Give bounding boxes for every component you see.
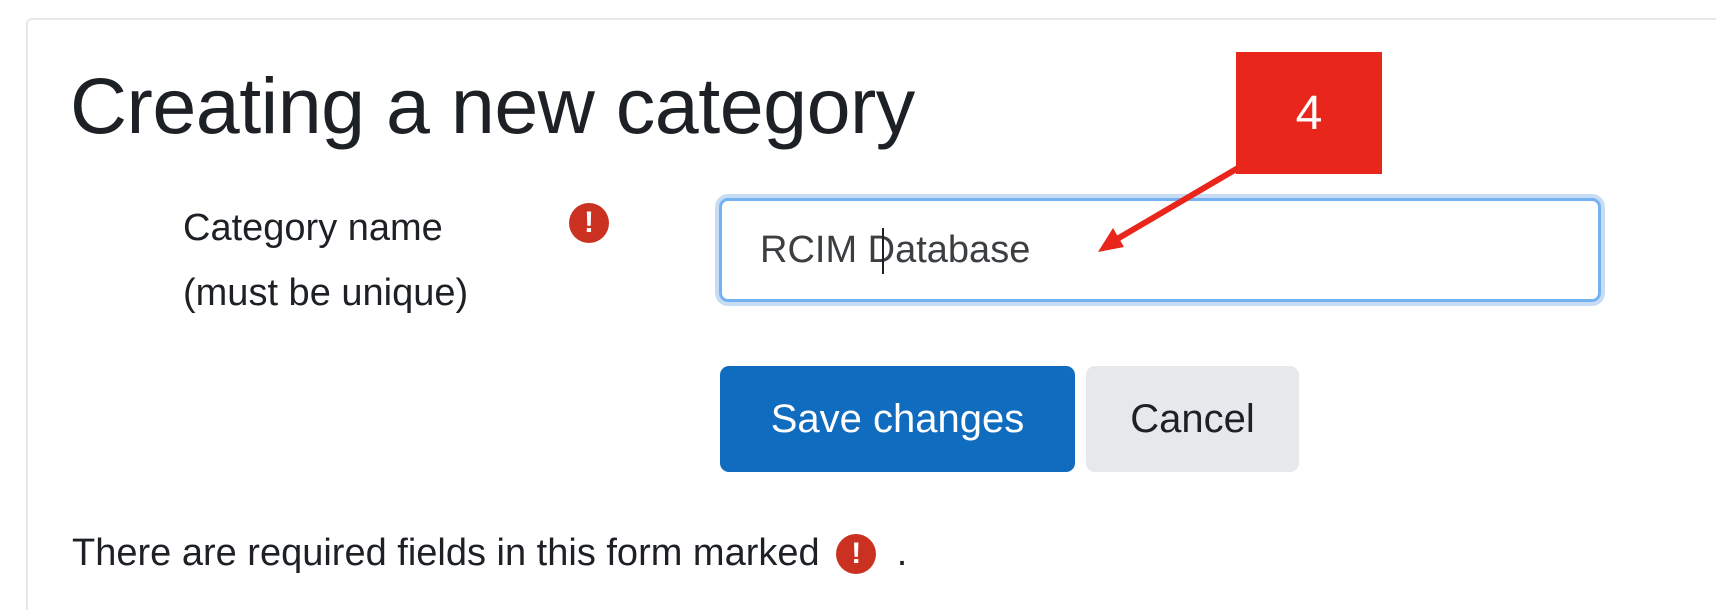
required-icon-inline: !: [836, 534, 877, 574]
required-note-period: .: [896, 532, 908, 574]
required-note-text: There are required fields in this form m…: [72, 532, 820, 574]
category-name-label: Category name (must be unique): [183, 196, 563, 326]
required-fields-note: There are required fields in this form m…: [72, 530, 907, 576]
step-annotation-box: 4: [1236, 52, 1382, 174]
category-name-input[interactable]: [719, 198, 1601, 302]
required-icon: !: [569, 203, 609, 243]
category-name-label-line1: Category name: [183, 207, 443, 249]
save-changes-button[interactable]: Save changes: [720, 366, 1075, 472]
text-cursor: [882, 228, 884, 274]
page-title: Creating a new category: [70, 61, 915, 150]
category-name-label-line2: (must be unique): [183, 272, 469, 314]
cancel-button[interactable]: Cancel: [1086, 366, 1299, 472]
page: Creating a new category Category name (m…: [0, 0, 1716, 610]
